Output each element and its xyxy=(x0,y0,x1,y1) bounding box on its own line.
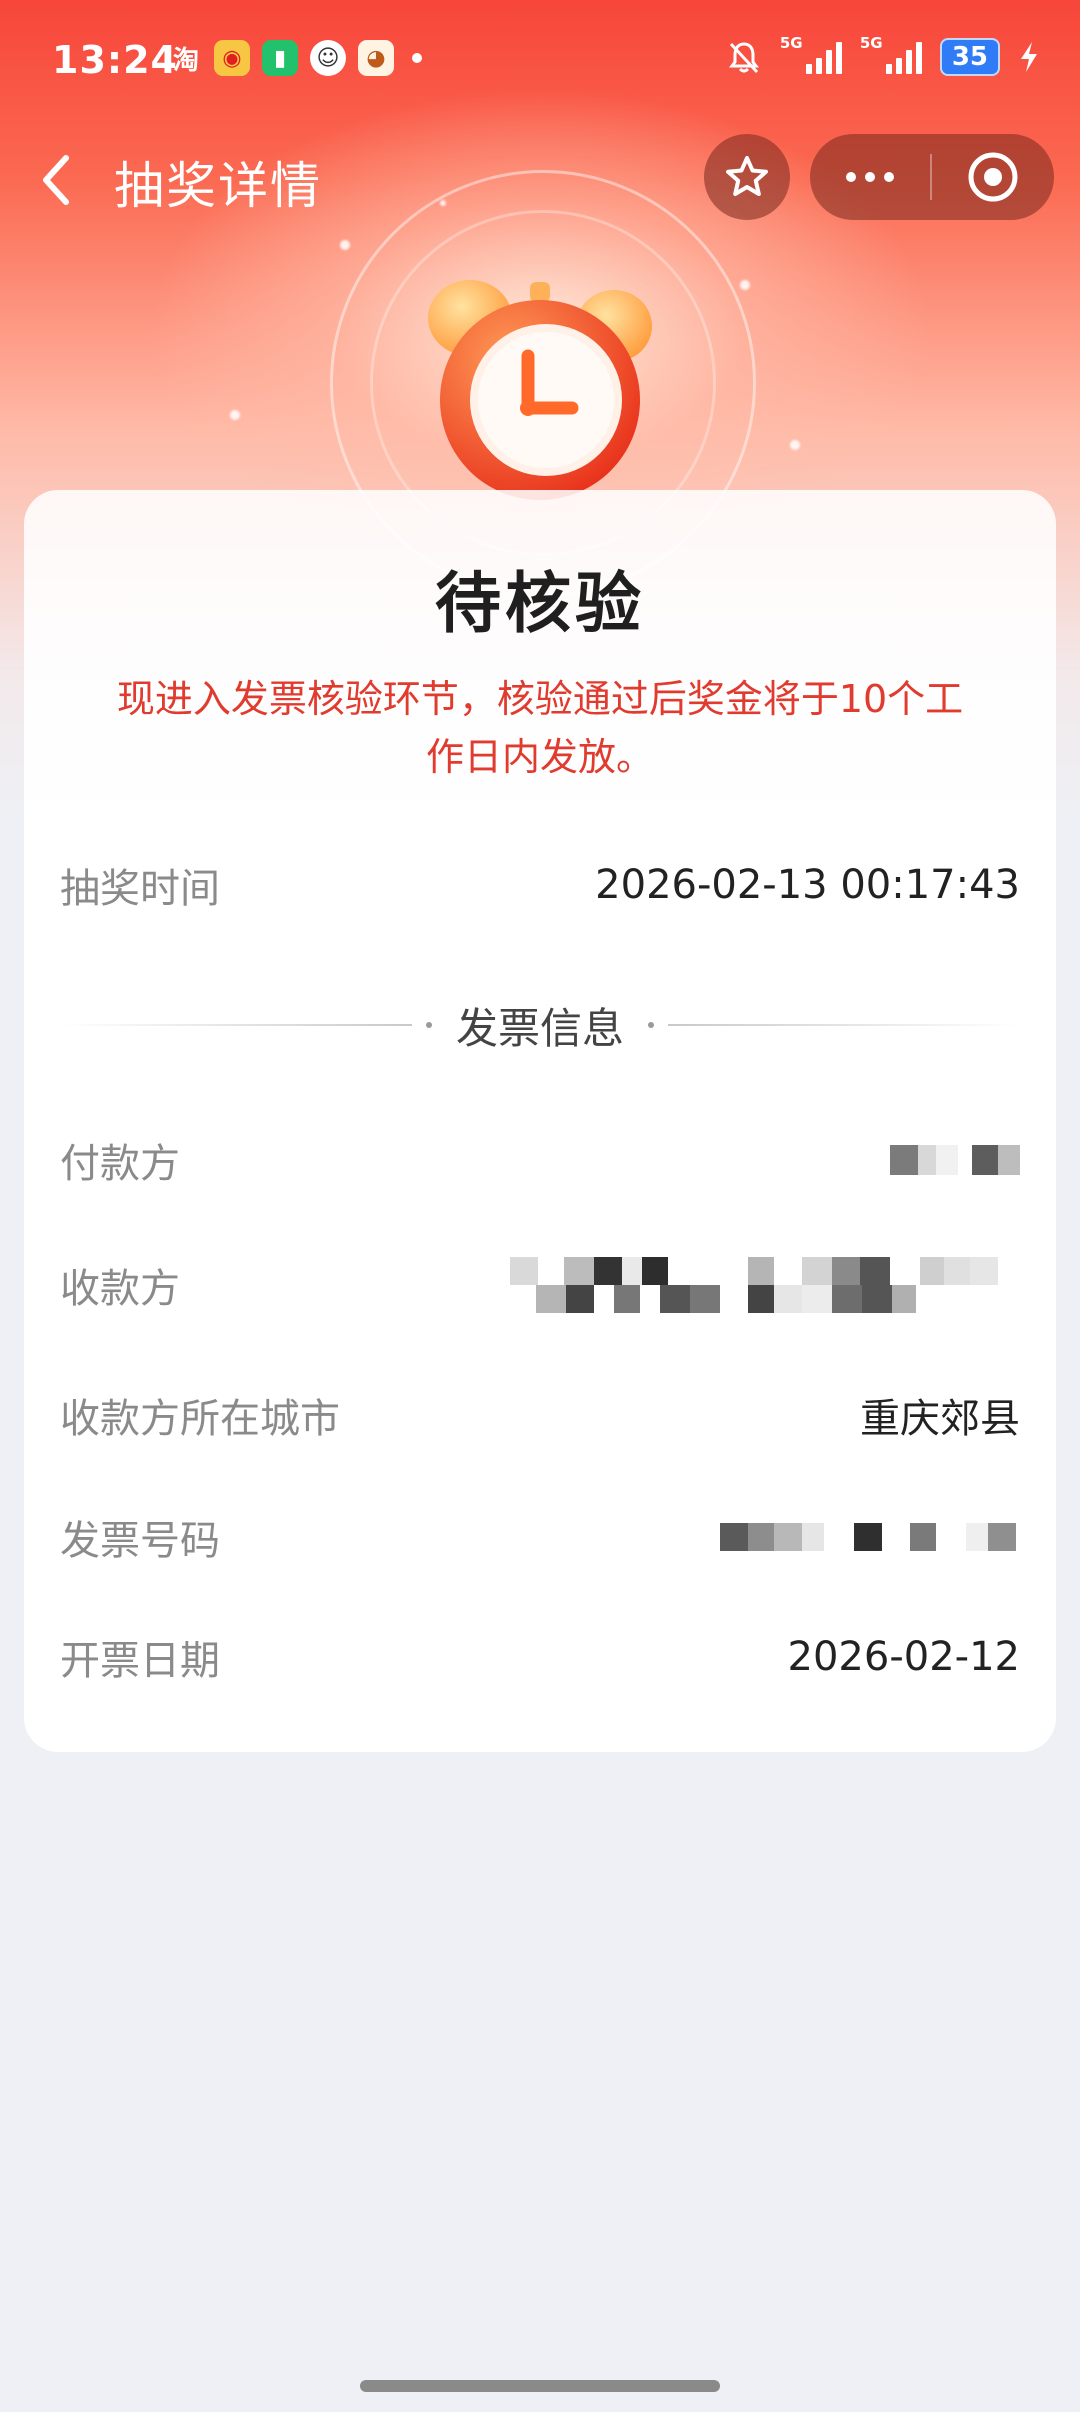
mute-bell-icon xyxy=(728,42,759,74)
status-bar: 13:24 淘 ◉ ▮ ☺ ◕ 5G 5G 35 xyxy=(0,0,1080,125)
sparkle xyxy=(230,410,240,420)
avatar-app-icon: ☺ xyxy=(310,40,346,76)
notice-text: 现进入发票核验环节，核验通过后奖金将于10个工作日内发放。 xyxy=(116,677,964,779)
status-time: 13:24 xyxy=(52,38,178,82)
signal-label: 5G xyxy=(779,34,803,52)
invoice-number-row: 发票号码 xyxy=(60,1507,1020,1567)
draw-time-label: 抽奖时间 xyxy=(60,866,220,912)
signal-icon: 5G xyxy=(780,34,842,74)
star-icon xyxy=(726,156,768,196)
invoice-number-label: 发票号码 xyxy=(60,1518,220,1564)
invoice-date-row: 开票日期 2026-02-12 xyxy=(60,1627,1020,1687)
invoice-date-value: 2026-02-12 xyxy=(787,1634,1020,1680)
cat-app-icon: ◕ xyxy=(358,40,394,76)
notification-icons: 淘 ◉ ▮ ☺ ◕ xyxy=(170,40,422,76)
system-icons: 5G 5G 35 xyxy=(726,34,1040,76)
close-mini-program-button[interactable] xyxy=(932,149,1054,205)
draw-time-row: 抽奖时间 2026-02-13 00:17:43 xyxy=(60,855,1020,915)
payee-value-redacted xyxy=(510,1257,1020,1313)
page-title: 抽奖详情 xyxy=(114,157,322,215)
back-button[interactable] xyxy=(36,150,82,210)
status-title: 待核验 xyxy=(435,565,645,642)
section-title: 发票信息 xyxy=(456,1003,625,1053)
divider-line xyxy=(60,1024,412,1026)
payee-city-row: 收款方所在城市 重庆郊县 xyxy=(60,1385,1020,1445)
battery-indicator: 35 xyxy=(939,38,1000,76)
more-options-button[interactable] xyxy=(810,172,930,182)
section-divider: 发票信息 xyxy=(60,995,1021,1055)
divider-line xyxy=(668,1024,1021,1026)
sparkle xyxy=(790,440,800,450)
mini-program-capsule xyxy=(810,134,1054,220)
target-icon xyxy=(968,152,1018,202)
divider-dot xyxy=(648,1022,655,1028)
payer-label: 付款方 xyxy=(60,1141,180,1187)
taobao-icon: 淘 xyxy=(172,45,199,76)
divider-dot xyxy=(426,1022,432,1028)
favorite-button[interactable] xyxy=(704,134,790,220)
more-dot-icon xyxy=(884,172,894,182)
alarm-clock-icon xyxy=(428,280,652,500)
payer-value-redacted xyxy=(890,1145,1020,1175)
lottery-detail-card: 待核验 现进入发票核验环节，核验通过后奖金将于10个工作日内发放。 抽奖时间 2… xyxy=(24,490,1056,1752)
payee-label: 收款方 xyxy=(60,1266,180,1312)
payer-row: 付款方 xyxy=(60,1130,1020,1190)
weibo-icon: ◉ xyxy=(214,40,250,76)
sparkle xyxy=(340,240,350,250)
sparkle xyxy=(740,280,750,290)
home-indicator[interactable] xyxy=(360,2380,720,2392)
battery-app-icon: ▮ xyxy=(262,40,298,76)
payee-city-value: 重庆郊县 xyxy=(860,1396,1020,1442)
invoice-date-label: 开票日期 xyxy=(60,1638,220,1684)
charging-icon xyxy=(1021,42,1037,72)
more-notifications-dot xyxy=(412,53,422,63)
invoice-number-redacted xyxy=(720,1523,1020,1551)
draw-time-value: 2026-02-13 00:17:43 xyxy=(595,862,1020,908)
signal-label: 5G xyxy=(859,34,883,52)
more-dot-icon xyxy=(865,172,875,182)
signal-icon: 5G xyxy=(860,34,922,74)
payee-city-label: 收款方所在城市 xyxy=(60,1396,340,1442)
payee-row: 收款方 xyxy=(60,1250,1020,1320)
more-dot-icon xyxy=(846,172,856,182)
sparkle xyxy=(440,200,446,206)
chevron-left-icon xyxy=(43,155,69,205)
